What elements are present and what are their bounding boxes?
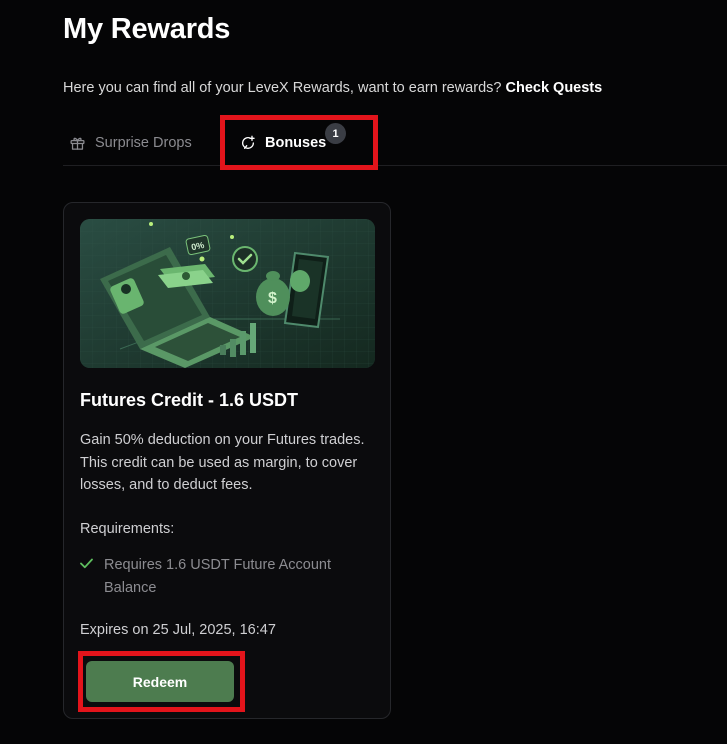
subtitle-text: Here you can find all of your LeveX Rewa… — [63, 80, 506, 96]
check-icon — [80, 558, 93, 569]
reward-illustration: 0% $ — [80, 219, 375, 368]
highlight-box — [220, 115, 378, 170]
reward-tabs: Surprise Drops Bonuses 1 — [63, 120, 727, 167]
reward-description: Gain 50% deduction on your Futures trade… — [80, 432, 365, 493]
highlight-box — [78, 651, 245, 712]
reward-title: Futures Credit - 1.6 USDT — [80, 390, 299, 410]
check-badge-icon — [232, 246, 258, 272]
gift-icon — [70, 137, 85, 150]
check-quests-link[interactable]: Check Quests — [505, 80, 602, 96]
page-title: My Rewards — [63, 13, 231, 45]
requirement-text: Requires 1.6 USDT Future Account Balance — [104, 557, 332, 596]
tab-label: Surprise Drops — [95, 135, 192, 151]
tab-surprise-drops[interactable]: Surprise Drops — [69, 120, 192, 166]
requirement-item: Requires 1.6 USDT Future Account Balance — [80, 554, 344, 599]
reward-card: 0% $ Futures Credit - 1.6 USDT Gain 50% … — [63, 202, 391, 719]
page-subtitle: Here you can find all of your LeveX Rewa… — [63, 80, 602, 96]
svg-text:$: $ — [268, 290, 277, 307]
expiry-date: Expires on 25 Jul, 2025, 16:47 — [80, 622, 276, 638]
requirements-label: Requirements: — [80, 521, 175, 537]
